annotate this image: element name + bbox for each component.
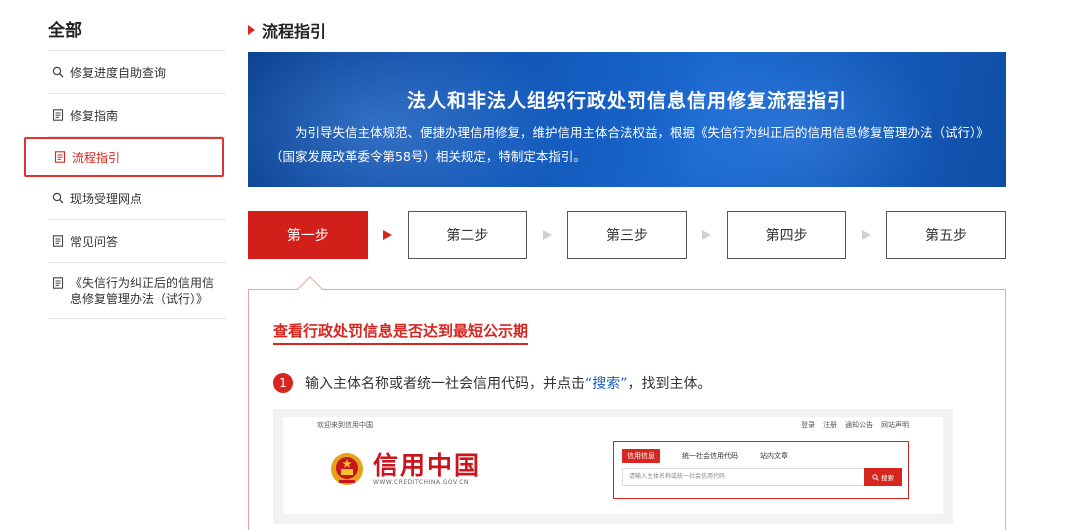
instruction-row: 1 输入主体名称或者统一社会信用代码，并点击 “搜索” ，找到主体。 [273, 373, 1005, 393]
panel-pointer [297, 276, 323, 302]
example-notice-link: 通知公告 [845, 421, 873, 429]
example-brand-en: WWW.CREDITCHINA.GOV.CN [373, 478, 469, 486]
panel-title: 查看行政处罚信息是否达到最短公示期 [273, 320, 529, 345]
example-search-input: 请输入主体名称或统一社会信用代码 [622, 468, 868, 486]
example-register-link: 注册 [823, 421, 837, 429]
example-tab-articles: 站内文章 [760, 452, 788, 460]
banner-title: 法人和非法人组织行政处罚信息信用修复流程指引 [406, 90, 847, 112]
document-icon [54, 151, 66, 163]
example-search-tabs: 信用信息 统一社会信用代码 站内文章 [622, 449, 810, 463]
document-icon [52, 235, 64, 247]
example-site: 欢迎来到信用中国 登录 注册 通知公告 网站声明 信用中国 WWW.CREDIT… [283, 417, 943, 514]
tab-step-4[interactable]: 第四步 [726, 211, 847, 259]
tab-step-3[interactable]: 第三步 [567, 211, 687, 259]
document-icon [52, 109, 64, 121]
search-icon [52, 66, 64, 78]
document-icon [52, 277, 64, 289]
example-topbar: 欢迎来到信用中国 登录 注册 通知公告 网站声明 [283, 417, 943, 433]
example-brand: 信用中国 WWW.CREDITCHINA.GOV.CN [373, 450, 482, 486]
sidebar-item-progress-query[interactable]: 修复进度自助查询 [48, 51, 226, 94]
banner: 法人和非法人组织行政处罚信息信用修复流程指引 为引导失信主体规范、便捷办理信用修… [248, 52, 1006, 187]
step-arrow-icon [527, 230, 567, 240]
triangle-marker-icon [248, 25, 255, 35]
example-search-button-label: 搜索 [881, 474, 894, 482]
sidebar-item-label: 修复指南 [70, 108, 119, 123]
example-statement-link: 网站声明 [881, 421, 909, 429]
main-content: 流程指引 法人和非法人组织行政处罚信息信用修复流程指引 为引导失信主体规范、便捷… [248, 14, 1006, 530]
instruction-text: 输入主体名称或者统一社会信用代码，并点击 [305, 376, 585, 392]
tab-step-2[interactable]: 第二步 [407, 211, 528, 259]
tab-step-1[interactable]: 第一步 [248, 211, 368, 259]
example-search-box: 信用信息 统一社会信用代码 站内文章 请输入主体名称或统一社会信用代码 搜索 [613, 441, 909, 499]
step-panel: 查看行政处罚信息是否达到最短公示期 1 输入主体名称或者统一社会信用代码，并点击… [248, 276, 1006, 530]
example-search-button: 搜索 [864, 468, 902, 486]
sidebar: 全部 修复进度自助查询 修复指南 流程指引 现场受理网点 常见问答 《失信行为纠… [24, 14, 226, 319]
tab-step-5[interactable]: 第五步 [886, 211, 1006, 259]
sidebar-item-service-points[interactable]: 现场受理网点 [48, 177, 226, 220]
sidebar-item-label: 常见问答 [70, 234, 119, 249]
example-welcome: 欢迎来到信用中国 [317, 421, 373, 429]
instruction-text-end: ，找到主体。 [627, 376, 712, 392]
sidebar-item-label: 流程指引 [72, 150, 121, 165]
example-login-link: 登录 [801, 421, 815, 429]
sidebar-item-regulation[interactable]: 《失信行为纠正后的信用信息修复管理办法（试行）》 [48, 263, 226, 319]
step-tabs: 第一步 第二步 第三步 第四步 第五步 [248, 211, 1006, 259]
sidebar-item-faq[interactable]: 常见问答 [48, 220, 226, 263]
sidebar-item-label: 修复进度自助查询 [70, 65, 167, 80]
example-tab-credit-info: 信用信息 [622, 449, 660, 463]
example-logo: 信用中国 WWW.CREDITCHINA.GOV.CN [329, 451, 481, 487]
step-arrow-icon [368, 230, 408, 240]
example-screenshot: 欢迎来到信用中国 登录 注册 通知公告 网站声明 信用中国 WWW.CREDIT… [273, 409, 953, 524]
national-emblem-icon [329, 451, 365, 487]
section-header: 流程指引 [248, 14, 1006, 46]
step-arrow-icon [846, 230, 886, 240]
sidebar-title: 全部 [48, 21, 82, 41]
step-number-badge: 1 [273, 373, 293, 393]
sidebar-item-process-guide[interactable]: 流程指引 [24, 137, 224, 177]
search-icon [872, 473, 879, 481]
step-arrow-icon [687, 230, 727, 240]
example-brand-cn: 信用中国 [373, 450, 482, 480]
sidebar-item-label: 现场受理网点 [70, 191, 143, 206]
instruction-highlight: “搜索” [585, 376, 628, 392]
search-icon [52, 192, 64, 204]
example-top-links: 登录 注册 通知公告 网站声明 [801, 420, 909, 430]
sidebar-item-label: 《失信行为纠正后的信用信息修复管理办法（试行）》 [70, 276, 215, 306]
sidebar-item-guide[interactable]: 修复指南 [48, 94, 226, 137]
example-tab-credit-code: 统一社会信用代码 [682, 452, 738, 460]
banner-description: 为引导失信主体规范、便捷办理信用修复，维护信用主体合法权益，根据《失信行为纠正后… [270, 125, 983, 164]
page-title: 流程指引 [262, 22, 327, 41]
